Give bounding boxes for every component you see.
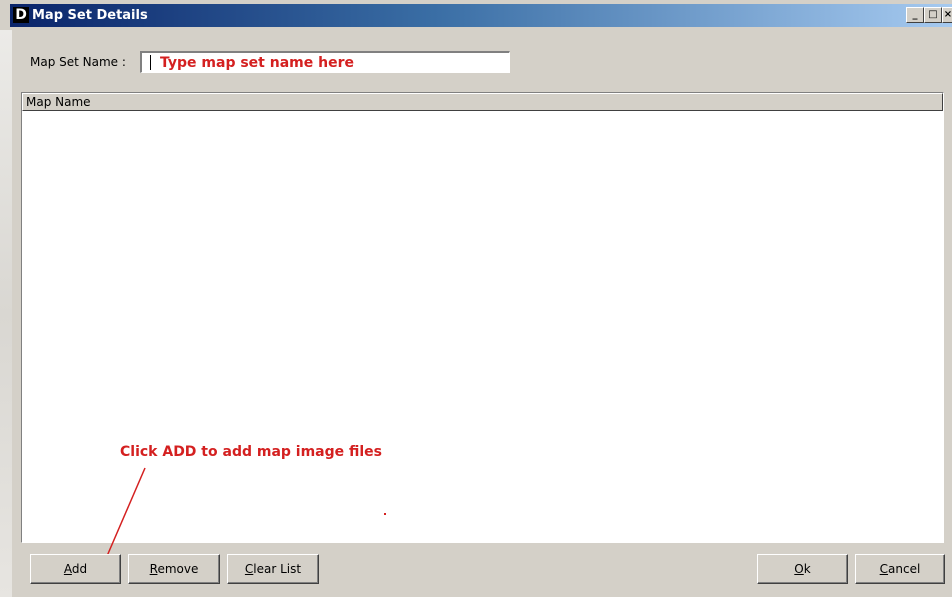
annotation-dot — [384, 513, 386, 515]
clear-list-button[interactable]: Clear List — [227, 554, 319, 584]
background-strip — [0, 30, 12, 597]
cancel-mnemonic: C — [879, 562, 889, 576]
remove-button[interactable]: Remove — [128, 554, 220, 584]
minimize-button[interactable]: _ — [906, 7, 924, 23]
ok-button[interactable]: Ok — [757, 554, 848, 584]
add-mnemonic: A — [63, 562, 72, 576]
map-set-name-hint: Type map set name here — [160, 55, 354, 71]
add-label: dd — [71, 562, 88, 576]
ok-mnemonic: O — [794, 562, 804, 576]
text-caret — [150, 55, 151, 70]
app-logo-icon: D — [13, 7, 29, 23]
map-set-name-input[interactable]: Type map set name here — [140, 51, 510, 73]
clear-list-label: lear List — [253, 562, 302, 576]
remove-label: emove — [157, 562, 199, 576]
add-instruction-annotation: Click ADD to add map image files — [120, 444, 383, 460]
column-header-map-name[interactable]: Map Name — [22, 93, 943, 111]
cancel-button[interactable]: Cancel — [855, 554, 945, 584]
window-title: Map Set Details — [32, 8, 148, 23]
map-set-name-label: Map Set Name : — [30, 55, 126, 69]
cancel-label: ancel — [888, 562, 921, 576]
maximize-button[interactable]: □ — [924, 7, 942, 23]
title-bar[interactable]: D Map Set Details _ □ × — [10, 4, 952, 27]
close-button[interactable]: × — [942, 7, 952, 23]
add-button[interactable]: Add — [30, 554, 121, 584]
map-set-details-window: D Map Set Details _ □ × Map Set Name : T… — [0, 0, 952, 597]
map-list[interactable]: Map Name — [21, 92, 944, 543]
ok-label: k — [803, 562, 811, 576]
